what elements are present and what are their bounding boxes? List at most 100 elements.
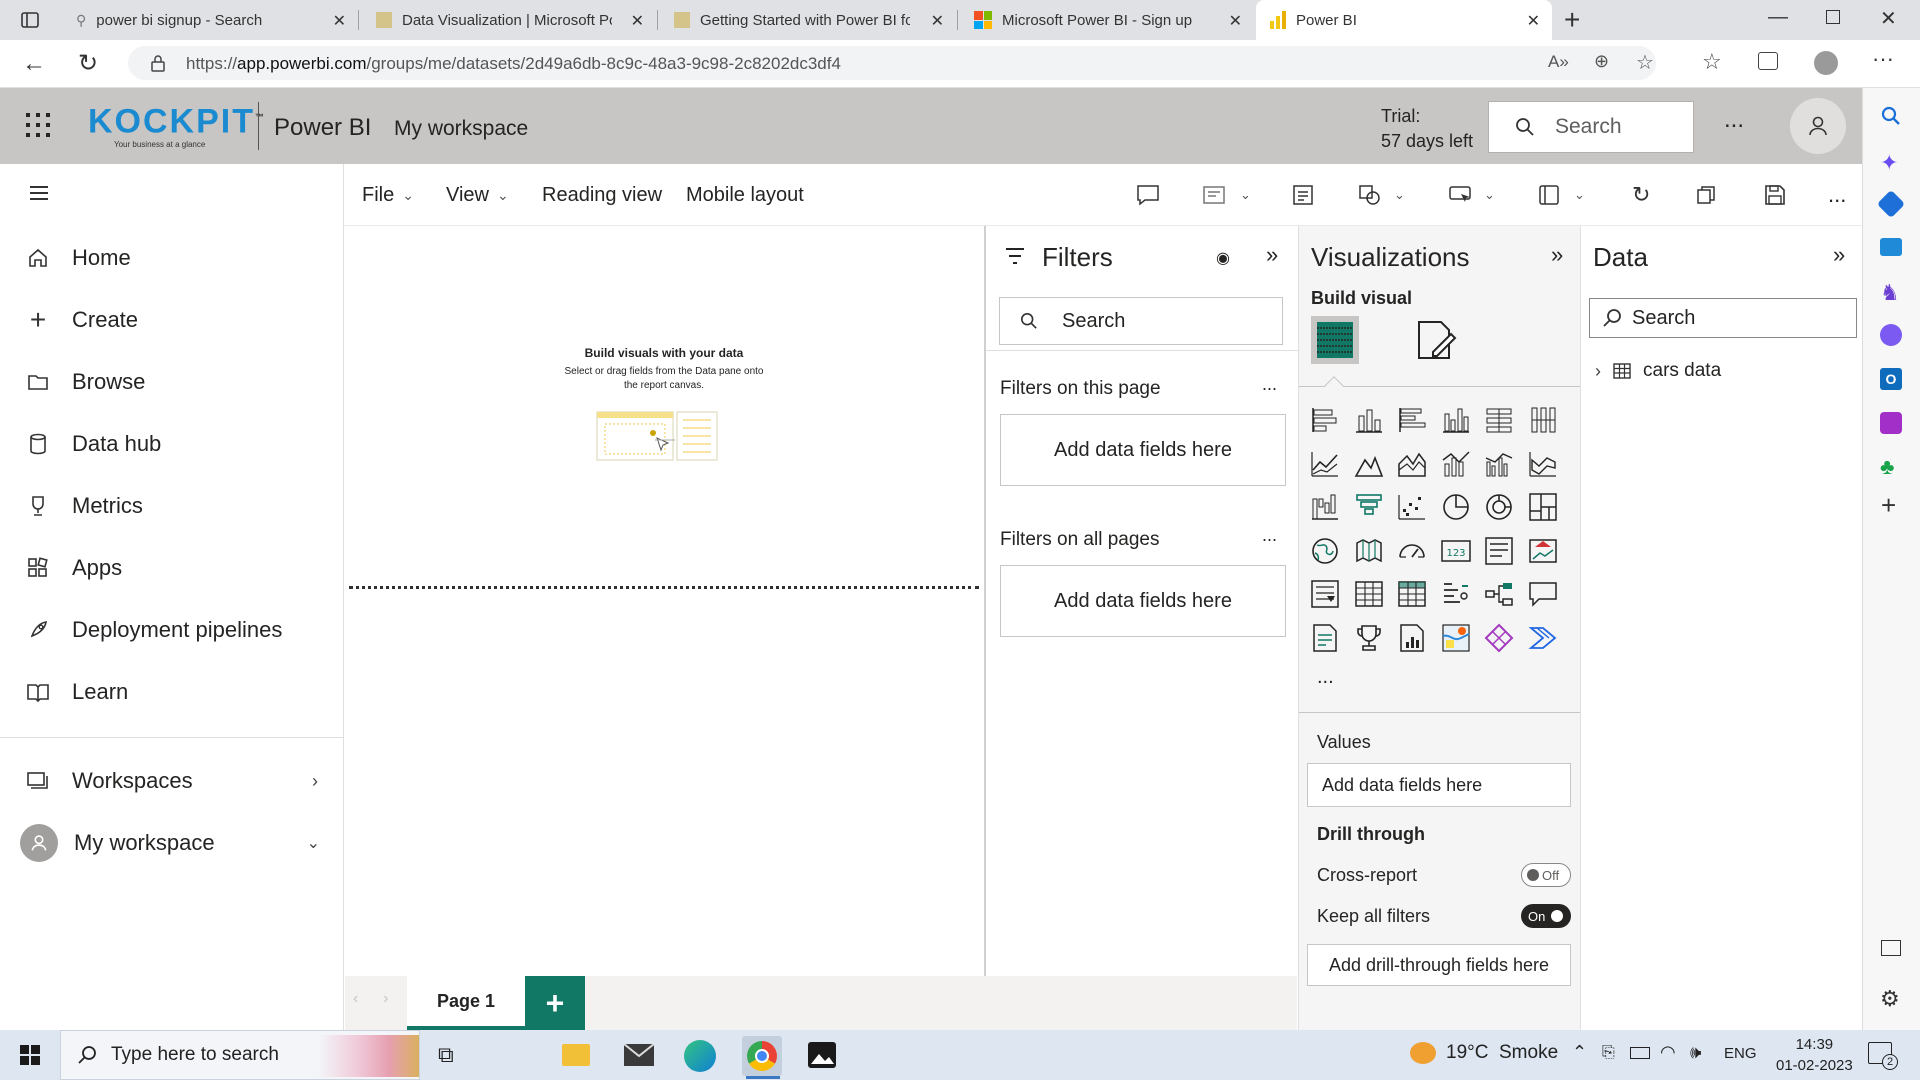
collapse-visualizations-icon[interactable]: » bbox=[1551, 242, 1563, 268]
profile-avatar[interactable] bbox=[1814, 51, 1838, 75]
ribbon-more-icon[interactable]: ... bbox=[1828, 164, 1846, 226]
browser-tab-2[interactable]: Data Visualization | Microsoft Po ✕ bbox=[362, 0, 656, 40]
view-menu[interactable]: View ⌄ bbox=[446, 164, 509, 226]
keep-all-filters-toggle[interactable]: On bbox=[1521, 904, 1571, 928]
shapes-icon[interactable]: ⌄ bbox=[1358, 164, 1405, 226]
paginated-report-icon[interactable] bbox=[1396, 622, 1428, 654]
filled-map-icon[interactable] bbox=[1353, 535, 1385, 567]
browser-tab-4[interactable]: Microsoft Power BI - Sign up ✕ bbox=[960, 0, 1254, 40]
games-icon[interactable]: ♞ bbox=[1880, 280, 1900, 306]
all-pages-filter-drop-zone[interactable]: Add data fields here bbox=[1000, 565, 1286, 637]
more-visuals-icon[interactable]: ... bbox=[1317, 666, 1334, 689]
clock[interactable]: 14:39 01-02-2023 bbox=[1776, 1034, 1853, 1076]
100-column-icon[interactable] bbox=[1527, 404, 1559, 436]
close-icon[interactable]: ✕ bbox=[931, 11, 944, 31]
account-avatar[interactable] bbox=[1790, 98, 1846, 154]
back-arrow-icon[interactable]: ← bbox=[22, 50, 46, 78]
microsoft-365-icon[interactable] bbox=[1880, 324, 1902, 346]
smart-narrative-ribbon-icon[interactable]: ⌄ bbox=[1202, 164, 1251, 226]
matrix-icon[interactable] bbox=[1396, 578, 1428, 610]
browser-tab-5[interactable]: Power BI ✕ bbox=[1256, 0, 1552, 40]
page-tab-1[interactable]: Page 1 bbox=[407, 976, 525, 1030]
chrome-browser-icon[interactable] bbox=[742, 1036, 782, 1076]
line-chart-icon[interactable] bbox=[1309, 448, 1341, 480]
add-sidebar-app-icon[interactable]: + bbox=[1881, 490, 1896, 521]
collections-icon[interactable] bbox=[1758, 52, 1778, 70]
url-text[interactable]: https://app.powerbi.com/groups/me/datase… bbox=[186, 54, 841, 74]
area-chart-icon[interactable] bbox=[1353, 448, 1385, 480]
format-visual-tab-icon[interactable] bbox=[1415, 318, 1459, 362]
workspace-breadcrumb[interactable]: My workspace bbox=[394, 117, 528, 141]
nav-item-learn[interactable]: Learn bbox=[0, 664, 344, 720]
scatter-icon[interactable] bbox=[1396, 491, 1428, 523]
stacked-area-icon[interactable] bbox=[1396, 448, 1428, 480]
slicer-icon[interactable] bbox=[1309, 578, 1341, 610]
map-icon[interactable] bbox=[1309, 535, 1341, 567]
azure-map-icon[interactable] bbox=[1440, 622, 1472, 654]
mail-icon[interactable] bbox=[624, 1044, 654, 1066]
values-drop-zone[interactable]: Add data fields here bbox=[1307, 763, 1571, 807]
build-visual-tab-icon[interactable] bbox=[1311, 316, 1359, 364]
nav-item-my-workspace[interactable]: My workspace ⌄ bbox=[0, 815, 344, 871]
nav-item-deployment-pipelines[interactable]: Deployment pipelines bbox=[0, 602, 344, 658]
add-page-button[interactable]: + bbox=[525, 976, 585, 1030]
header-search-box[interactable]: Search bbox=[1488, 101, 1694, 153]
line-column-icon[interactable] bbox=[1440, 448, 1472, 480]
qna-icon[interactable] bbox=[1527, 578, 1559, 610]
shopping-tag-icon[interactable] bbox=[1876, 189, 1906, 219]
lock-icon[interactable] bbox=[150, 54, 166, 72]
multirow-card-icon[interactable] bbox=[1483, 535, 1515, 567]
funnel-icon[interactable] bbox=[1353, 491, 1385, 523]
minimize-button[interactable]: — bbox=[1768, 6, 1788, 29]
treemap-icon[interactable] bbox=[1527, 491, 1559, 523]
settings-gear-icon[interactable]: ⚙ bbox=[1880, 986, 1900, 1012]
text-box-icon[interactable] bbox=[1292, 164, 1314, 226]
stacked-column-icon[interactable] bbox=[1353, 404, 1385, 436]
reading-view-button[interactable]: Reading view bbox=[542, 164, 662, 226]
buttons-icon[interactable]: ⌄ bbox=[1448, 164, 1495, 226]
filters-page-more-icon[interactable]: ... bbox=[1262, 374, 1277, 395]
drill-through-drop-zone[interactable]: Add drill-through fields here bbox=[1307, 944, 1571, 986]
trial-status[interactable]: Trial: 57 days left bbox=[1381, 104, 1473, 154]
hamburger-menu-icon[interactable] bbox=[30, 186, 48, 200]
duplicate-icon[interactable] bbox=[1696, 164, 1716, 226]
line-clustered-column-icon[interactable] bbox=[1483, 448, 1515, 480]
browser-tab-1[interactable]: ⚲ power bi signup - Search ✕ bbox=[62, 0, 358, 40]
new-tab-button[interactable]: + bbox=[1564, 4, 1580, 36]
100-bar-icon[interactable] bbox=[1483, 404, 1515, 436]
close-icon[interactable]: ✕ bbox=[631, 11, 644, 31]
prev-page-icon[interactable]: ‹ bbox=[353, 990, 358, 1008]
file-menu[interactable]: File ⌄ bbox=[362, 164, 414, 226]
nav-item-create[interactable]: + Create bbox=[0, 292, 344, 348]
table-item-cars-data[interactable]: › cars data bbox=[1595, 358, 1721, 384]
donut-icon[interactable] bbox=[1483, 491, 1515, 523]
file-explorer-icon[interactable] bbox=[562, 1044, 590, 1066]
report-canvas[interactable]: Build visuals with your data Select or d… bbox=[345, 226, 983, 976]
nav-item-apps[interactable]: Apps bbox=[0, 540, 344, 596]
zoom-icon[interactable]: ⊕ bbox=[1594, 51, 1609, 72]
windows-start-icon[interactable] bbox=[20, 1045, 40, 1065]
collapse-filters-icon[interactable]: » bbox=[1266, 242, 1278, 268]
cross-report-toggle[interactable]: Off bbox=[1521, 863, 1571, 887]
page-filter-drop-zone[interactable]: Add data fields here bbox=[1000, 414, 1286, 486]
restore-button[interactable] bbox=[1826, 10, 1840, 24]
table-icon[interactable] bbox=[1353, 578, 1385, 610]
read-aloud-icon[interactable]: A» bbox=[1548, 52, 1569, 72]
kpi-icon[interactable] bbox=[1527, 535, 1559, 567]
language-indicator[interactable]: ENG bbox=[1724, 1045, 1757, 1062]
ribbon-chart-icon[interactable] bbox=[1527, 448, 1559, 480]
gauge-icon[interactable] bbox=[1396, 535, 1428, 567]
nav-item-workspaces[interactable]: Workspaces › bbox=[0, 753, 344, 809]
data-search-input[interactable]: Search bbox=[1589, 298, 1857, 338]
header-more-icon[interactable]: ... bbox=[1724, 106, 1744, 134]
save-icon[interactable] bbox=[1764, 164, 1786, 226]
nav-item-browse[interactable]: Browse bbox=[0, 354, 344, 410]
wifi-icon[interactable]: ◠ bbox=[1660, 1042, 1676, 1063]
refresh-icon[interactable]: ↻ bbox=[78, 49, 98, 78]
close-icon[interactable]: ✕ bbox=[1229, 11, 1242, 31]
close-icon[interactable]: ✕ bbox=[1527, 11, 1540, 31]
show-hidden-icons[interactable]: ⌃ bbox=[1572, 1042, 1587, 1063]
app-launcher-icon[interactable] bbox=[26, 113, 50, 137]
designer-icon[interactable] bbox=[1880, 412, 1902, 434]
edge-search-icon[interactable] bbox=[1881, 106, 1901, 126]
